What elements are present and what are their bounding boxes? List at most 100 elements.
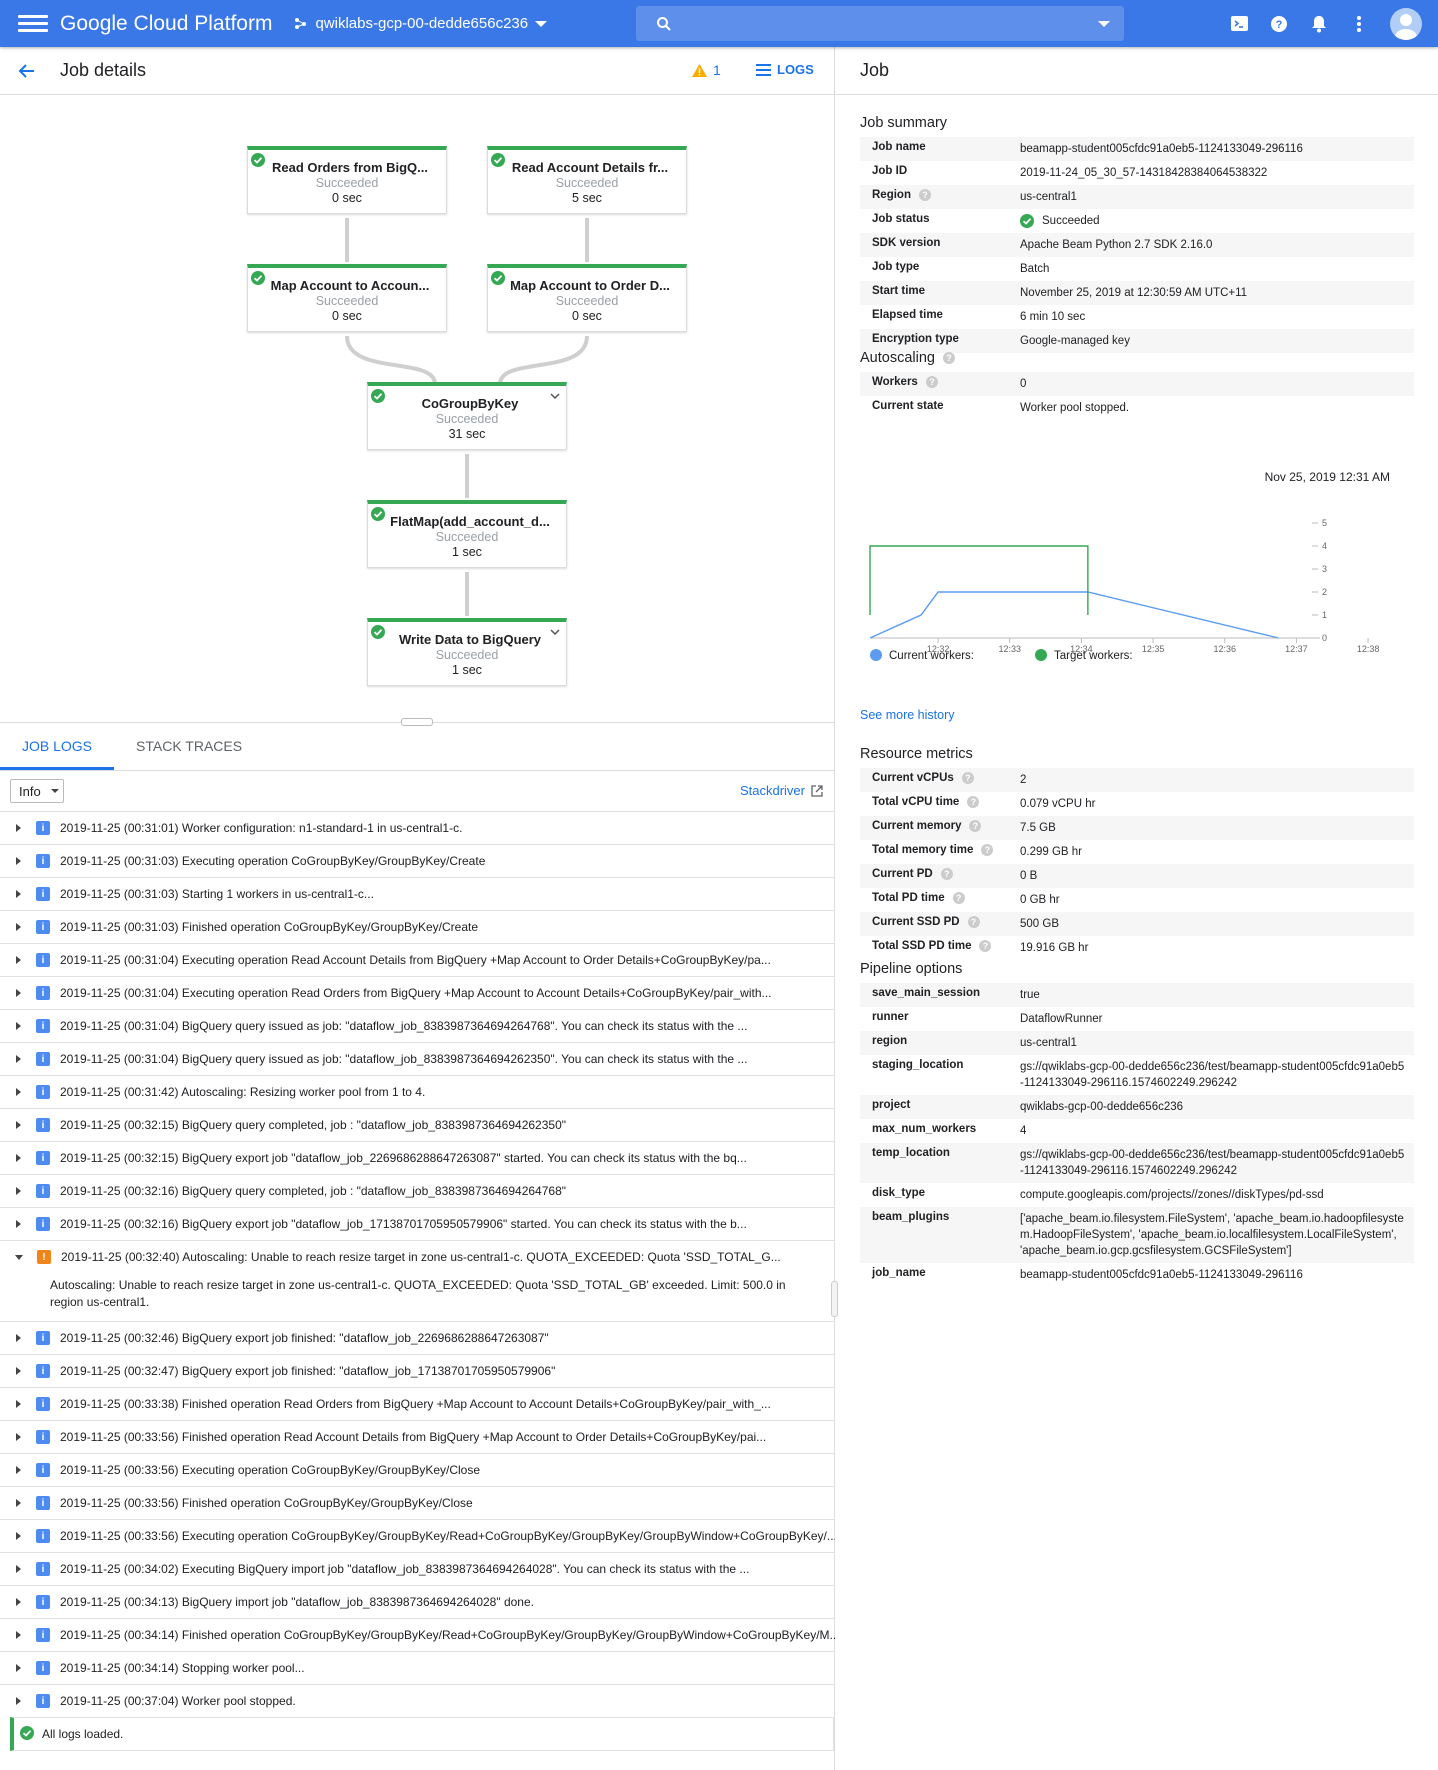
back-arrow-icon[interactable] [16, 60, 38, 82]
help-icon[interactable]: ? [967, 796, 980, 808]
brand-title[interactable]: Google Cloud Platform [60, 12, 272, 36]
kv-row: disk_type compute.googleapis.com/projects… [860, 1183, 1414, 1207]
expand-arrow-icon[interactable] [16, 1598, 21, 1606]
help-icon[interactable]: ? [967, 916, 980, 928]
node-flatmap[interactable]: FlatMap(add_account_d... Succeeded 1 sec [367, 500, 567, 568]
node-map-account-to-order[interactable]: Map Account to Order D... Succeeded 0 sec [487, 264, 687, 332]
log-row[interactable]: i 2019-11-25 (00:32:16) BigQuery export j… [0, 1207, 835, 1240]
expand-arrow-icon[interactable] [16, 857, 21, 865]
log-row[interactable]: i 2019-11-25 (00:31:04) Executing operati… [0, 943, 835, 976]
expand-arrow-icon[interactable] [16, 1055, 21, 1063]
expand-arrow-icon[interactable] [16, 1697, 21, 1705]
stackdriver-link[interactable]: Stackdriver [740, 783, 823, 798]
expand-arrow-icon[interactable] [16, 1433, 21, 1441]
log-row[interactable]: i 2019-11-25 (00:32:16) BigQuery query co… [0, 1174, 835, 1207]
cloud-shell-icon[interactable] [1230, 15, 1248, 33]
notifications-icon[interactable] [1310, 15, 1328, 33]
log-row[interactable]: i 2019-11-25 (00:31:01) Worker configurat… [0, 811, 835, 844]
help-icon[interactable]: ? [1270, 15, 1288, 33]
logs-button[interactable]: LOGS [756, 62, 814, 77]
help-icon[interactable]: ? [979, 940, 992, 952]
log-row[interactable]: i 2019-11-25 (00:32:46) BigQuery export j… [0, 1321, 835, 1354]
tab-stack-traces[interactable]: STACK TRACES [114, 723, 264, 770]
expand-arrow-icon[interactable] [16, 1154, 21, 1162]
tab-job-logs[interactable]: JOB LOGS [0, 723, 115, 770]
log-row[interactable]: i 2019-11-25 (00:34:13) BigQuery import j… [0, 1585, 835, 1618]
expand-arrow-icon[interactable] [16, 1088, 21, 1096]
log-row[interactable]: i 2019-11-25 (00:31:04) Executing operati… [0, 976, 835, 1009]
log-row[interactable]: i 2019-11-25 (00:33:56) Executing operati… [0, 1519, 835, 1552]
expand-chevron-icon[interactable] [550, 393, 560, 399]
log-row[interactable]: i 2019-11-25 (00:33:56) Executing operati… [0, 1453, 835, 1486]
info-severity-icon: i [36, 1184, 50, 1198]
help-icon[interactable]: ? [969, 820, 982, 832]
expand-arrow-icon[interactable] [16, 1532, 21, 1540]
expand-arrow-icon[interactable] [16, 956, 21, 964]
hamburger-menu-icon[interactable] [18, 15, 48, 32]
avatar[interactable] [1390, 7, 1422, 40]
expand-arrow-icon[interactable] [16, 1334, 21, 1342]
node-read-account-details[interactable]: Read Account Details fr... Succeeded 5 sec [487, 146, 687, 214]
help-icon[interactable]: ? [981, 844, 994, 856]
see-more-history-link[interactable]: See more history [860, 708, 954, 722]
search-dropdown-icon[interactable] [1098, 20, 1110, 27]
help-icon[interactable]: ? [940, 868, 953, 880]
kv-value-text: us-central1 [1020, 1037, 1077, 1049]
log-row[interactable]: i 2019-11-25 (00:37:04) Worker pool stopp… [0, 1684, 835, 1717]
expand-chevron-icon[interactable] [550, 629, 560, 635]
expand-arrow-icon[interactable] [15, 1254, 23, 1260]
expand-arrow-icon[interactable] [16, 1466, 21, 1474]
log-row[interactable]: i 2019-11-25 (00:34:14) Finished operatio… [0, 1618, 835, 1651]
log-row[interactable]: i 2019-11-25 (00:31:03) Finished operatio… [0, 910, 835, 943]
expand-arrow-icon[interactable] [16, 989, 21, 997]
expand-arrow-icon[interactable] [16, 1022, 21, 1030]
log-row[interactable]: i 2019-11-25 (00:33:56) Finished operatio… [0, 1420, 835, 1453]
warnings-button[interactable]: 1 [692, 62, 721, 78]
log-row[interactable]: i 2019-11-25 (00:31:42) Autoscaling: Resi… [0, 1075, 835, 1108]
expand-arrow-icon[interactable] [16, 1565, 21, 1573]
kv-row: Total PD time? 0 GB hr [860, 888, 1414, 912]
expand-arrow-icon[interactable] [16, 1400, 21, 1408]
expand-arrow-icon[interactable] [16, 1187, 21, 1195]
expand-arrow-icon[interactable] [16, 1121, 21, 1129]
log-row[interactable]: i 2019-11-25 (00:33:38) Finished operatio… [0, 1387, 835, 1420]
kv-value-text: November 25, 2019 at 12:30:59 AM UTC+11 [1020, 287, 1248, 299]
node-map-account-to-account[interactable]: Map Account to Accoun... Succeeded 0 sec [247, 264, 447, 332]
expand-arrow-icon[interactable] [16, 1499, 21, 1507]
help-icon[interactable]: ? [942, 352, 955, 364]
log-row[interactable]: i 2019-11-25 (00:33:56) Finished operatio… [0, 1486, 835, 1519]
search-input[interactable] [636, 6, 1124, 41]
help-icon[interactable]: ? [918, 189, 931, 201]
expand-arrow-icon[interactable] [16, 890, 21, 898]
log-row[interactable]: ! 2019-11-25 (00:32:40) Autoscaling: Unab… [0, 1240, 835, 1273]
more-vert-icon[interactable] [1350, 15, 1368, 33]
info-severity-icon: i [36, 1397, 50, 1411]
kv-key-label: job_name [872, 1267, 926, 1279]
node-read-orders[interactable]: Read Orders from BigQ... Succeeded 0 sec [247, 146, 447, 214]
expand-arrow-icon[interactable] [16, 1220, 21, 1228]
log-row[interactable]: i 2019-11-25 (00:31:03) Starting 1 worker… [0, 877, 835, 910]
expand-arrow-icon[interactable] [16, 1631, 21, 1639]
help-icon[interactable]: ? [952, 892, 965, 904]
node-write-bigquery[interactable]: Write Data to BigQuery Succeeded 1 sec [367, 618, 567, 686]
expand-arrow-icon[interactable] [16, 1664, 21, 1672]
log-row[interactable]: i 2019-11-25 (00:34:02) Executing BigQuer… [0, 1552, 835, 1585]
node-cogroupbykey[interactable]: CoGroupByKey Succeeded 31 sec [367, 382, 567, 450]
expand-arrow-icon[interactable] [16, 824, 21, 832]
help-icon[interactable]: ? [925, 376, 938, 388]
y-tick-label: 0 [1322, 633, 1327, 643]
log-row[interactable]: i 2019-11-25 (00:31:03) Executing operati… [0, 844, 835, 877]
expand-arrow-icon[interactable] [16, 1367, 21, 1375]
log-row[interactable]: i 2019-11-25 (00:31:04) BigQuery query is… [0, 1009, 835, 1042]
kv-value-text: 0 GB hr [1020, 894, 1060, 906]
expand-arrow-icon[interactable] [16, 923, 21, 931]
log-row[interactable]: i 2019-11-25 (00:31:04) BigQuery query is… [0, 1042, 835, 1075]
project-selector[interactable]: qwiklabs-gcp-00-dedde656c236 [294, 15, 548, 32]
log-row[interactable]: i 2019-11-25 (00:34:14) Stopping worker p… [0, 1651, 835, 1684]
log-row[interactable]: i 2019-11-25 (00:32:15) BigQuery query co… [0, 1108, 835, 1141]
log-row[interactable]: i 2019-11-25 (00:32:15) BigQuery export j… [0, 1141, 835, 1174]
help-icon[interactable]: ? [961, 772, 974, 784]
log-row[interactable]: i 2019-11-25 (00:32:47) BigQuery export j… [0, 1354, 835, 1387]
kv-key-label: project [872, 1099, 911, 1111]
log-level-select[interactable]: Info [10, 779, 64, 803]
